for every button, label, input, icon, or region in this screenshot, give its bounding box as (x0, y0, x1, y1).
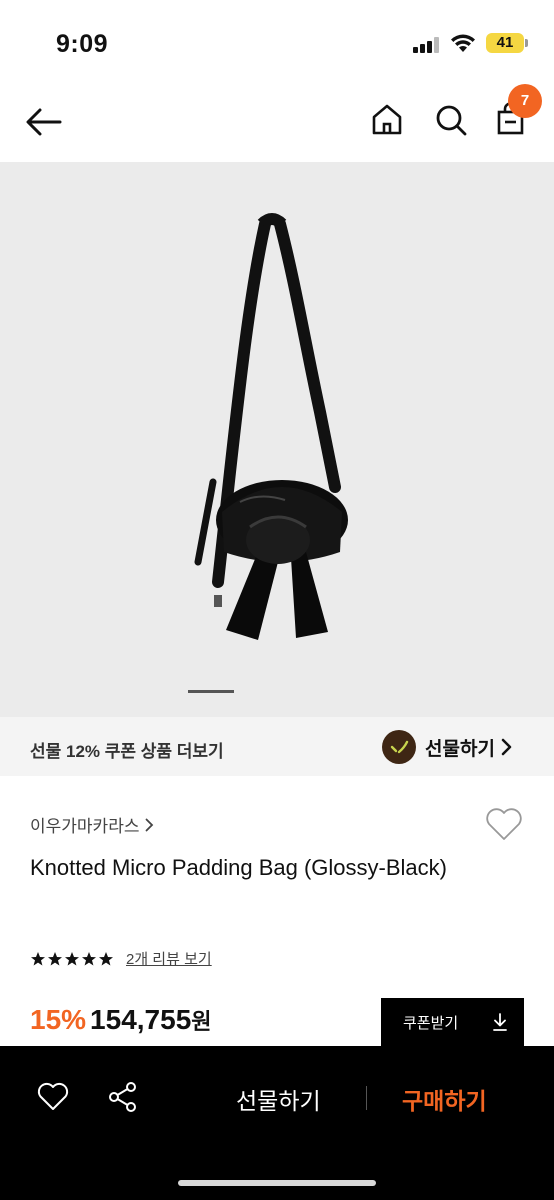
heart-icon[interactable] (36, 1080, 70, 1114)
gift-link[interactable]: 선물하기 (382, 729, 513, 765)
status-bar: 9:09 41 (0, 0, 554, 84)
price-row: 15% 154,755 원 (30, 1004, 212, 1036)
cart-count-badge: 7 (508, 84, 542, 118)
cellular-signal-icon (413, 37, 441, 53)
star-icon (65, 951, 79, 965)
brand-name: 이우가마카라스 (30, 817, 140, 836)
bottom-action-bar: 선물하기 구매하기 (0, 1046, 554, 1200)
bag-image (194, 213, 348, 640)
chevron-right-icon (146, 818, 154, 831)
home-icon[interactable] (368, 100, 406, 140)
star-icon (99, 951, 113, 965)
gift-logo-icon (382, 730, 416, 764)
status-time: 9:09 (56, 30, 109, 58)
buy-button[interactable]: 구매하기 (402, 1082, 487, 1116)
gift-button[interactable]: 선물하기 (236, 1082, 321, 1116)
brand-link[interactable]: 이우가마카라스 (30, 812, 154, 837)
chevron-right-icon (501, 738, 512, 756)
price-value: 154,755 (90, 1004, 192, 1035)
rating: 2개 리뷰 보기 (30, 948, 212, 969)
wishlist-heart-icon[interactable] (484, 806, 524, 842)
app-header: 7 (0, 84, 554, 162)
home-indicator (178, 1180, 376, 1186)
back-arrow-icon[interactable] (24, 102, 64, 142)
divider (366, 1086, 367, 1110)
share-icon[interactable] (106, 1080, 140, 1114)
carousel-indicator (188, 690, 234, 693)
download-icon (493, 1013, 507, 1031)
rating-stars (30, 951, 114, 967)
wifi-icon (451, 34, 475, 52)
star-icon (82, 951, 96, 965)
search-icon[interactable] (432, 100, 470, 140)
review-link[interactable]: 2개 리뷰 보기 (126, 948, 212, 969)
gift-link-label: 선물하기 (425, 738, 495, 760)
gift-coupon-text: 선물 12% 쿠폰 상품 더보기 (30, 742, 224, 761)
discount-rate: 15% (30, 1004, 87, 1035)
coupon-download-button[interactable]: 쿠폰받기 (381, 998, 524, 1046)
gift-coupon-bar[interactable]: 선물 12% 쿠폰 상품 더보기 선물하기 (0, 717, 554, 776)
coupon-button-label: 쿠폰받기 (403, 1014, 459, 1032)
product-image[interactable] (0, 162, 554, 717)
star-icon (48, 951, 62, 965)
price-unit: 원 (191, 1009, 212, 1034)
battery-tip (525, 39, 528, 47)
battery-indicator: 41 (486, 33, 524, 53)
product-title: Knotted Micro Padding Bag (Glossy-Black) (30, 855, 447, 880)
star-icon (31, 951, 45, 965)
